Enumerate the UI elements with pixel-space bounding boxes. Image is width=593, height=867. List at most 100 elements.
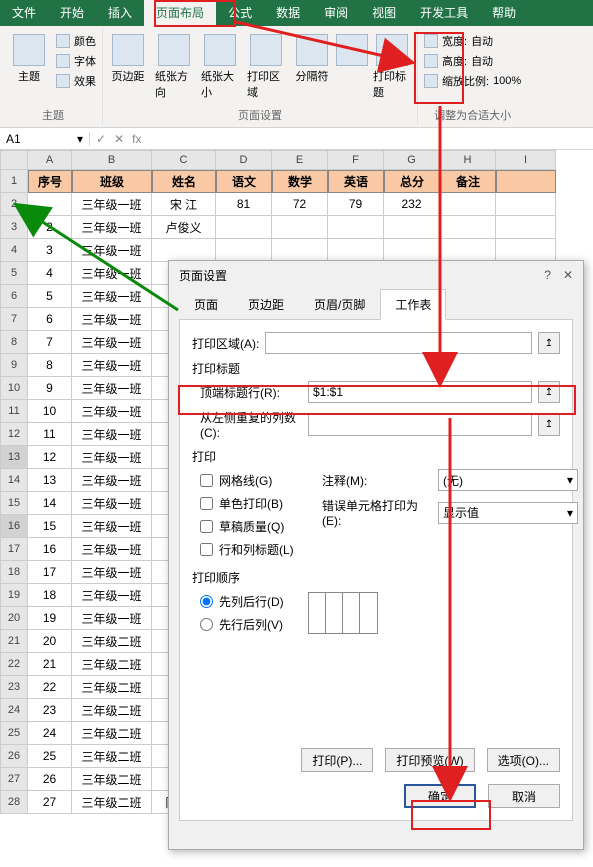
col-hdr-a[interactable]: A [28, 150, 72, 170]
row-hdr[interactable]: 21 [0, 630, 28, 653]
cell[interactable]: 三年级一班 [72, 469, 152, 492]
row-hdr[interactable]: 19 [0, 584, 28, 607]
row-hdr[interactable]: 7 [0, 308, 28, 331]
row-hdr[interactable]: 10 [0, 377, 28, 400]
cell[interactable]: 13 [28, 469, 72, 492]
top-rows-input[interactable] [308, 381, 532, 403]
cell[interactable]: 三年级一班 [72, 561, 152, 584]
cell[interactable] [216, 239, 272, 262]
tab-insert[interactable]: 插入 [96, 0, 144, 26]
cell[interactable]: 序号 [28, 170, 72, 193]
cell[interactable]: 总分 [384, 170, 440, 193]
height-control[interactable]: 高度: 自动 [422, 52, 523, 70]
cell[interactable]: 25 [28, 745, 72, 768]
cell[interactable]: 12 [28, 446, 72, 469]
cell[interactable]: 23 [28, 699, 72, 722]
cell[interactable]: 三年级一班 [72, 285, 152, 308]
name-box[interactable]: A1▾ [0, 132, 90, 146]
row-hdr[interactable]: 28 [0, 791, 28, 814]
tab-home[interactable]: 开始 [48, 0, 96, 26]
cell[interactable]: 4 [28, 262, 72, 285]
tab-page-layout[interactable]: 页面布局 [144, 0, 216, 26]
cell[interactable]: 3 [28, 239, 72, 262]
fx-area[interactable]: ✓✕fx [90, 132, 147, 146]
ref-select-icon[interactable]: ↥ [538, 332, 560, 354]
cell[interactable] [28, 193, 72, 216]
row-hdr[interactable]: 23 [0, 676, 28, 699]
cell[interactable] [328, 239, 384, 262]
cell[interactable]: 20 [28, 630, 72, 653]
row-hdr[interactable]: 17 [0, 538, 28, 561]
cell[interactable] [384, 216, 440, 239]
cancel-button[interactable]: 取消 [488, 784, 560, 808]
cell[interactable]: 81 [216, 193, 272, 216]
tab-data[interactable]: 数据 [264, 0, 312, 26]
col-hdr-i[interactable]: I [496, 150, 556, 170]
errors-select[interactable]: 显示值▾ [438, 502, 578, 524]
cell[interactable]: 9 [28, 377, 72, 400]
size-button[interactable]: 纸张大小 [199, 32, 241, 102]
cell[interactable]: 26 [28, 768, 72, 791]
print-area-input[interactable] [265, 332, 532, 354]
row-hdr[interactable]: 2 [0, 193, 28, 216]
row-hdr[interactable]: 8 [0, 331, 28, 354]
help-icon[interactable]: ? [544, 268, 551, 282]
tab-developer[interactable]: 开发工具 [408, 0, 480, 26]
cell[interactable]: 三年级一班 [72, 331, 152, 354]
preview-button[interactable]: 打印预览(W) [385, 748, 474, 772]
col-hdr-e[interactable]: E [272, 150, 328, 170]
tab-view[interactable]: 视图 [360, 0, 408, 26]
cell[interactable]: 三年级二班 [72, 745, 152, 768]
down-over-radio[interactable]: 先列后行(D) [192, 590, 292, 613]
cell[interactable]: 三年级一班 [72, 584, 152, 607]
over-down-radio[interactable]: 先行后列(V) [192, 613, 292, 636]
tab-help[interactable]: 帮助 [480, 0, 528, 26]
orientation-button[interactable]: 纸张方向 [153, 32, 195, 102]
cell[interactable]: 27 [28, 791, 72, 814]
gridlines-checkbox[interactable]: 网格线(G) [192, 469, 322, 492]
row-hdr[interactable]: 5 [0, 262, 28, 285]
cell[interactable] [496, 239, 556, 262]
cell[interactable] [440, 239, 496, 262]
cell[interactable]: 三年级一班 [72, 400, 152, 423]
row-hdr[interactable]: 24 [0, 699, 28, 722]
tab-review[interactable]: 审阅 [312, 0, 360, 26]
col-hdr-h[interactable]: H [440, 150, 496, 170]
row-hdr[interactable]: 14 [0, 469, 28, 492]
cell[interactable]: 三年级二班 [72, 722, 152, 745]
dlg-tab-margins[interactable]: 页边距 [233, 289, 299, 320]
cell[interactable] [496, 170, 556, 193]
row-hdr[interactable]: 1 [0, 170, 28, 193]
cell[interactable]: 三年级二班 [72, 630, 152, 653]
col-hdr-d[interactable]: D [216, 150, 272, 170]
cell[interactable]: 三年级一班 [72, 446, 152, 469]
comments-select[interactable]: (无)▾ [438, 469, 578, 491]
cell[interactable]: 6 [28, 308, 72, 331]
print-titles-button[interactable]: 打印标题 [371, 32, 413, 102]
row-hdr[interactable]: 25 [0, 722, 28, 745]
cell[interactable]: 18 [28, 584, 72, 607]
print-area-button[interactable]: 打印区域 [245, 32, 287, 102]
cell[interactable] [496, 193, 556, 216]
row-hdr[interactable]: 3 [0, 216, 28, 239]
scale-control[interactable]: 缩放比例: 100% [422, 72, 523, 90]
cell[interactable]: 三年级一班 [72, 308, 152, 331]
cell[interactable]: 19 [28, 607, 72, 630]
row-hdr[interactable]: 26 [0, 745, 28, 768]
col-hdr-f[interactable]: F [328, 150, 384, 170]
tab-file[interactable]: 文件 [0, 0, 48, 26]
cell[interactable]: 三年级二班 [72, 653, 152, 676]
cell[interactable]: 班级 [72, 170, 152, 193]
cell[interactable]: 宋 江 [152, 193, 216, 216]
ref-select-icon[interactable]: ↥ [538, 381, 560, 403]
cell[interactable]: 232 [384, 193, 440, 216]
col-hdr-g[interactable]: G [384, 150, 440, 170]
cell[interactable]: 2 [28, 216, 72, 239]
row-hdr[interactable]: 18 [0, 561, 28, 584]
cell[interactable]: 三年级二班 [72, 676, 152, 699]
row-hdr[interactable]: 4 [0, 239, 28, 262]
cell[interactable]: 三年级一班 [72, 193, 152, 216]
cell[interactable]: 11 [28, 423, 72, 446]
margins-button[interactable]: 页边距 [107, 32, 149, 86]
cell[interactable]: 5 [28, 285, 72, 308]
